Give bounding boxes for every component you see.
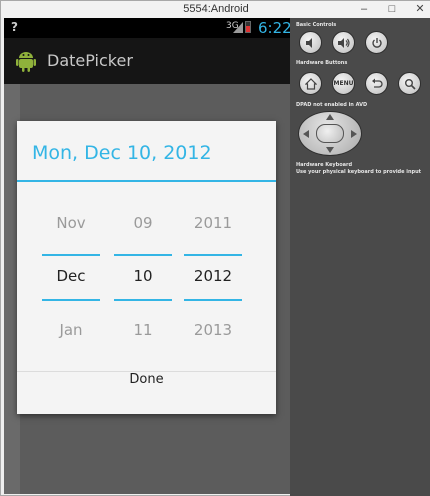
month-next[interactable]: Jan <box>41 321 101 339</box>
dpad-down-icon[interactable] <box>326 147 334 153</box>
day-spinner[interactable]: 09 10 11 <box>113 182 173 372</box>
month-selection-line-bottom <box>42 299 100 301</box>
volume-up-icon <box>337 37 350 48</box>
hardware-keyboard-hint: Use your physical keyboard to provide in… <box>296 169 422 175</box>
emulator-window: 5554:Android – □ ✕ ? 3G 6:22 DatePicker … <box>0 0 430 496</box>
month-prev[interactable]: Nov <box>41 214 101 232</box>
done-button[interactable]: Done <box>17 372 276 414</box>
app-title: DatePicker <box>47 51 133 70</box>
device-screen: ? 3G 6:22 DatePicker Mon, Dec 10, 2012 N… <box>4 18 290 494</box>
emulator-control-panel: Basic Controls Hardware Buttons MENU DPA… <box>290 18 430 496</box>
window-title: 5554:Android <box>183 3 249 15</box>
basic-controls-label: Basic Controls <box>296 22 337 28</box>
battery-icon <box>245 21 251 33</box>
status-time: 6:22 <box>258 19 290 37</box>
back-button[interactable] <box>365 72 388 95</box>
maximize-button[interactable]: □ <box>385 2 399 16</box>
year-spinner[interactable]: 2011 2012 2013 <box>183 182 243 372</box>
dpad[interactable] <box>298 111 362 156</box>
minimize-button[interactable]: – <box>357 2 371 16</box>
close-button[interactable]: ✕ <box>413 2 427 16</box>
year-prev[interactable]: 2011 <box>183 214 243 232</box>
menu-button[interactable]: MENU <box>332 72 355 95</box>
window-titlebar[interactable]: 5554:Android – □ ✕ <box>1 1 430 18</box>
dpad-label: DPAD not enabled in AVD <box>296 102 368 108</box>
dialog-title: Mon, Dec 10, 2012 <box>32 142 212 164</box>
day-current[interactable]: 10 <box>113 267 173 285</box>
day-selection-line-top <box>114 254 172 256</box>
month-spinner[interactable]: Nov Dec Jan <box>41 182 101 372</box>
power-button[interactable] <box>365 31 388 54</box>
dpad-left-icon[interactable] <box>303 130 309 138</box>
day-selection-line-bottom <box>114 299 172 301</box>
home-icon <box>304 77 317 90</box>
dpad-right-icon[interactable] <box>351 130 357 138</box>
hardware-buttons-label: Hardware Buttons <box>296 60 348 66</box>
android-icon <box>16 52 36 72</box>
volume-down-icon <box>305 37 312 48</box>
home-button[interactable] <box>299 72 322 95</box>
signal-icon <box>233 22 243 33</box>
power-icon <box>371 37 382 48</box>
hardware-keyboard-label: Hardware Keyboard <box>296 162 353 168</box>
day-next[interactable]: 11 <box>113 321 173 339</box>
year-selection-line-top <box>184 254 242 256</box>
year-next[interactable]: 2013 <box>183 321 243 339</box>
date-picker-dialog: Mon, Dec 10, 2012 Nov Dec Jan 09 10 11 2… <box>17 121 276 414</box>
month-selection-line-top <box>42 254 100 256</box>
notification-question-icon: ? <box>11 20 18 34</box>
action-bar: DatePicker <box>4 38 290 84</box>
year-current[interactable]: 2012 <box>183 267 243 285</box>
dpad-center-button[interactable] <box>316 124 344 143</box>
year-selection-line-bottom <box>184 299 242 301</box>
day-prev[interactable]: 09 <box>113 214 173 232</box>
dpad-up-icon[interactable] <box>326 114 334 120</box>
volume-up-button[interactable] <box>332 31 355 54</box>
search-icon <box>404 78 416 90</box>
volume-down-button[interactable] <box>299 31 322 54</box>
status-bar: ? 3G 6:22 <box>4 18 290 38</box>
back-icon <box>371 78 383 88</box>
search-button[interactable] <box>398 72 421 95</box>
menu-label: MENU <box>333 80 354 87</box>
window-controls: – □ ✕ <box>357 2 427 16</box>
month-current[interactable]: Dec <box>41 267 101 285</box>
